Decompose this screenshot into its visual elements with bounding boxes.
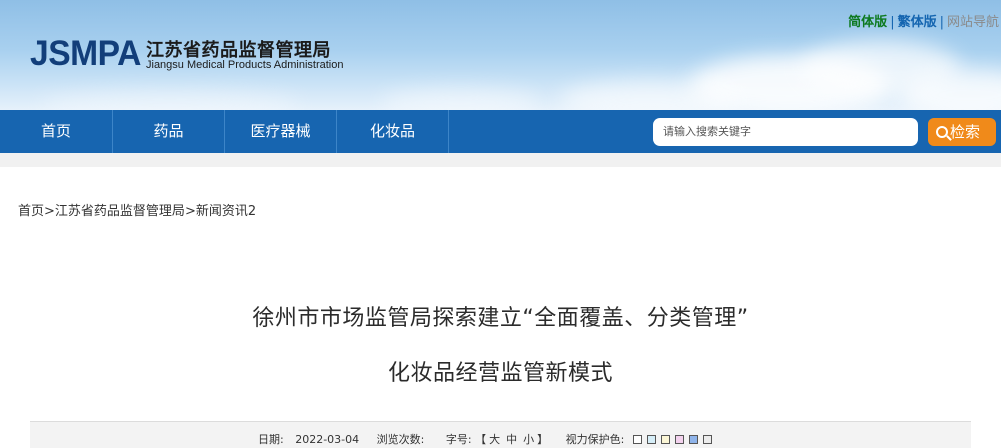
header-cloud — [380, 88, 540, 110]
search-icon — [936, 126, 948, 138]
article-title-line2: 化妆品经营监管新模式 — [387, 361, 613, 386]
header-cloud — [40, 90, 300, 110]
nav-item-home[interactable]: 首页 — [0, 110, 113, 153]
site-header: JSMPA 江苏省药品监督管理局 Jiangsu Medical Product… — [0, 0, 1001, 110]
font-medium-button[interactable]: 中 — [506, 431, 517, 447]
eye-color-swatch[interactable] — [660, 435, 670, 444]
eye-protect-label: 视力保护色: — [565, 433, 625, 446]
breadcrumb-section[interactable]: 新闻资讯2 — [196, 204, 256, 219]
article-title-line1: 徐州市市场监管局探索建立“全面覆盖、分类管理” — [252, 306, 749, 331]
publish-date: 2022-03-04 — [295, 433, 360, 446]
eye-color-swatch[interactable] — [688, 435, 698, 444]
font-small-button[interactable]: 小 — [523, 431, 534, 447]
breadcrumb-bureau[interactable]: 江苏省药品监督管理局 — [55, 204, 185, 219]
bracket-close: 】 — [537, 433, 549, 446]
top-links: 简体版 | 繁体版 | 网站导航 — [848, 11, 999, 30]
eye-color-swatch[interactable] — [632, 435, 642, 444]
font-large-button[interactable]: 大 — [489, 431, 500, 447]
eye-color-swatch[interactable] — [674, 435, 684, 444]
traditional-link[interactable]: 繁体版 — [898, 11, 937, 30]
nav-item-medical-devices[interactable]: 医疗器械 — [225, 110, 337, 153]
site-logo[interactable]: JSMPA — [30, 34, 141, 74]
site-subtitle: Jiangsu Medical Products Administration — [146, 59, 344, 71]
article-meta: 日期: 2022-03-04 浏览次数: 字号: 【大中小】 视力保护色: — [258, 431, 712, 447]
nav-item-cosmetics[interactable]: 化妆品 — [337, 110, 449, 153]
nav-item-drugs[interactable]: 药品 — [113, 110, 225, 153]
search-input[interactable]: 请输入搜索关键字 — [653, 118, 918, 146]
eye-color-swatches — [628, 433, 712, 446]
eye-color-swatch[interactable] — [646, 435, 656, 444]
breadcrumb-separator: > — [184, 204, 196, 219]
link-separator: | — [939, 15, 944, 30]
search-button[interactable]: 检索 — [928, 118, 996, 146]
breadcrumb: 首页>江苏省药品监督管理局>新闻资讯2 — [18, 200, 256, 219]
date-label: 日期: — [258, 433, 284, 446]
sitemap-link[interactable]: 网站导航 — [947, 11, 999, 30]
breadcrumb-home[interactable]: 首页 — [18, 204, 44, 219]
link-separator: | — [890, 15, 895, 30]
views-label: 浏览次数: — [376, 433, 425, 446]
font-size-label: 字号: — [445, 433, 472, 446]
breadcrumb-separator: > — [44, 204, 55, 219]
eye-color-swatch[interactable] — [702, 435, 712, 444]
bracket-open: 【 — [475, 433, 487, 446]
search-button-label: 检索 — [950, 123, 981, 141]
simplified-link[interactable]: 简体版 — [848, 11, 887, 30]
